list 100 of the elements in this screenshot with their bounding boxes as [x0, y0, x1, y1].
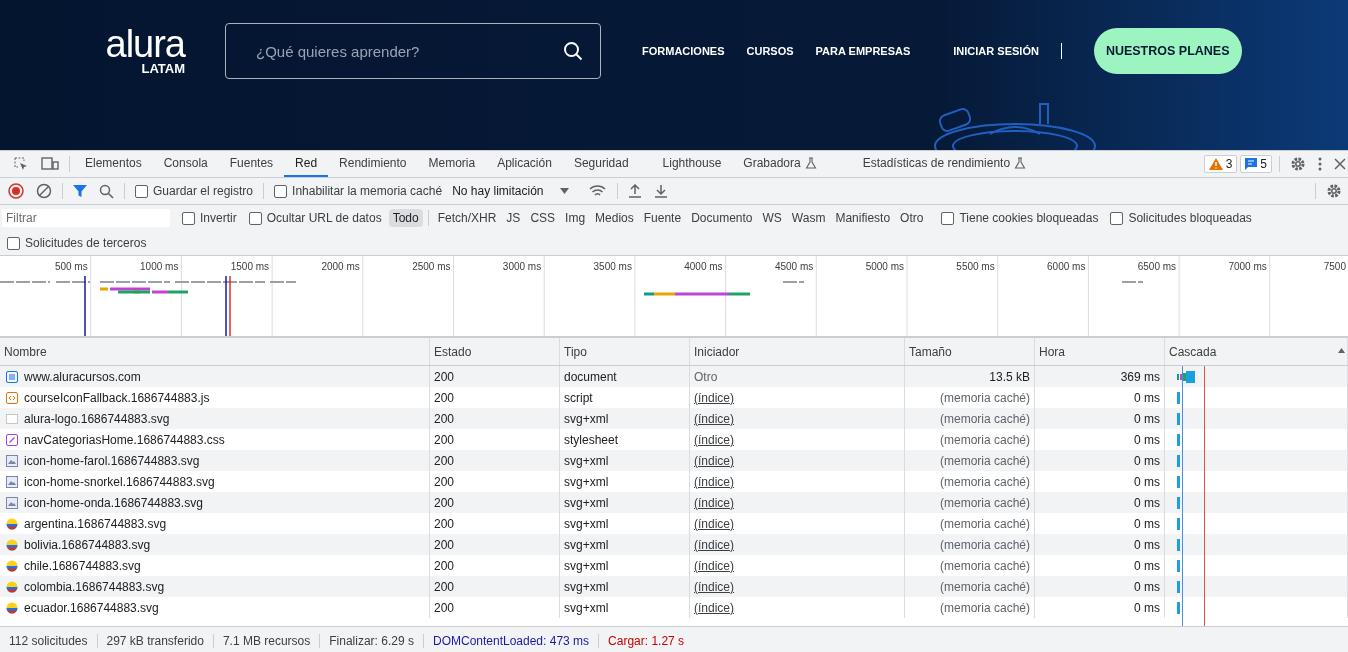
initiator-link[interactable]: (índice) [694, 453, 734, 468]
panel-tab[interactable]: Seguridad [562, 151, 640, 177]
waterfall-bar [1177, 496, 1180, 509]
type-cell: svg+xml [560, 450, 690, 471]
more-options-icon[interactable] [1318, 157, 1322, 171]
type-filter-button[interactable]: Img [561, 209, 590, 227]
status-text: Cargar: 1.27 s [607, 634, 686, 648]
request-name[interactable]: bolivia.1686744883.svg [0, 534, 430, 555]
image-file-icon [6, 496, 18, 509]
tick-label: 3500 ms [593, 261, 632, 272]
filter-option-checkbox[interactable]: Solicitudes bloqueadas [1110, 211, 1252, 225]
type-filter-button[interactable]: Fetch/XHR [433, 209, 501, 227]
flask-icon [804, 157, 817, 169]
column-header[interactable]: Nombre [0, 338, 430, 365]
panel-tab[interactable]: Fuentes [218, 151, 285, 177]
time-cell: 0 ms [1035, 534, 1165, 555]
request-name[interactable]: icon-home-onda.1686744883.svg [0, 492, 430, 513]
settings-icon[interactable] [1290, 156, 1306, 172]
size-cell: (memoria caché) [905, 492, 1035, 513]
status-cell: 200 [430, 408, 560, 429]
nav-link[interactable]: FORMACIONES [642, 45, 725, 57]
clear-icon[interactable] [36, 183, 52, 199]
column-header[interactable]: Tipo [560, 338, 690, 365]
column-header[interactable]: Tamaño [905, 338, 1035, 365]
type-filter-button[interactable]: Documento [687, 209, 757, 227]
tick-label: 7500 [1323, 261, 1346, 272]
settings-icon[interactable] [1326, 183, 1342, 199]
filter-icon[interactable] [73, 184, 87, 198]
initiator-link[interactable]: (índice) [694, 516, 734, 531]
panel-tab[interactable]: Aplicación [486, 151, 563, 177]
disable-cache-checkbox[interactable]: Inhabilitar la memoria caché [274, 184, 443, 198]
request-name[interactable]: icon-home-farol.1686744883.svg [0, 450, 430, 471]
issue-counter[interactable]: 3 [1203, 155, 1238, 173]
device-toolbar-icon[interactable] [41, 156, 59, 172]
type-filter-button[interactable]: Wasm [787, 209, 830, 227]
initiator-link[interactable]: (índice) [694, 474, 734, 489]
initiator-link[interactable]: (índice) [694, 495, 734, 510]
tick-label: 6000 ms [1047, 261, 1086, 272]
type-filter-button[interactable]: Fuente [639, 209, 686, 227]
inspect-icon[interactable] [13, 156, 29, 172]
plans-button[interactable]: NUESTROS PLANES [1093, 28, 1242, 74]
request-name[interactable]: alura-logo.1686744883.svg [0, 408, 430, 429]
panel-tab[interactable]: Memoria [417, 151, 487, 177]
preserve-log-checkbox[interactable]: Guardar el registro [135, 184, 254, 198]
flag-icon [6, 517, 18, 530]
flag-icon [6, 580, 18, 593]
initiator-link[interactable]: (índice) [694, 411, 734, 426]
nav-link[interactable]: CURSOS [746, 45, 794, 57]
throttling-dropdown[interactable]: No hay limitación [452, 184, 569, 198]
type-filter-button[interactable]: CSS [526, 209, 560, 227]
panel-tab[interactable]: Rendimiento [328, 151, 418, 177]
document-icon [6, 370, 18, 383]
record-icon[interactable] [8, 183, 24, 199]
initiator-link[interactable]: (índice) [694, 579, 734, 594]
close-icon[interactable] [1334, 158, 1346, 170]
request-name[interactable]: ecuador.1686744883.svg [0, 597, 430, 618]
logo-wordmark[interactable]: alura [105, 26, 185, 61]
type-filter-button[interactable]: Medios [591, 209, 638, 227]
initiator-link[interactable]: (índice) [694, 600, 734, 615]
filter-option-checkbox[interactable]: Ocultar URL de datos [248, 211, 382, 225]
panel-tab[interactable]: Elementos [74, 151, 153, 177]
type-filter-button[interactable]: Otro [896, 209, 928, 227]
type-filter-button[interactable]: Manifiesto [831, 209, 895, 227]
flag-icon [6, 559, 18, 572]
filter-field[interactable]: Filtrar [2, 209, 170, 227]
filter-option-checkbox[interactable]: Invertir [182, 211, 237, 225]
panel-tab[interactable]: Grabadora [732, 151, 828, 177]
network-conditions-icon[interactable] [588, 184, 607, 198]
type-filter-button[interactable]: JS [502, 209, 525, 227]
size-cell: (memoria caché) [905, 450, 1035, 471]
panel-tab[interactable]: Estadísticas de rendimiento [851, 151, 1038, 177]
initiator-link[interactable]: (índice) [694, 390, 734, 405]
search-field[interactable]: ¿Qué quieres aprender? [225, 23, 601, 79]
request-name[interactable]: colombia.1686744883.svg [0, 576, 430, 597]
status-cell: 200 [430, 366, 560, 387]
size-cell: (memoria caché) [905, 576, 1035, 597]
initiator-link[interactable]: (índice) [694, 432, 734, 447]
download-icon[interactable] [653, 184, 668, 198]
panel-tab[interactable]: Consola [152, 151, 219, 177]
waterfall-bar [1177, 559, 1180, 572]
initiator-link[interactable]: (índice) [694, 537, 734, 552]
column-header[interactable]: Iniciador [690, 338, 905, 365]
login-link[interactable]: INICIAR SESIÓN [953, 45, 1039, 57]
type-filter-button[interactable]: Todo [388, 209, 423, 227]
request-name[interactable]: www.aluracursos.com [0, 366, 430, 387]
initiator-link[interactable]: (índice) [694, 558, 734, 573]
panel-tab[interactable]: Lighthouse [651, 151, 733, 177]
third-party-checkbox[interactable]: Solicitudes de terceros [7, 236, 147, 250]
upload-icon[interactable] [627, 184, 642, 198]
type-cell: svg+xml [560, 597, 690, 618]
type-filter-button[interactable]: WS [758, 209, 786, 227]
waterfall-bar [1177, 580, 1180, 593]
search-icon[interactable] [563, 41, 583, 61]
column-header[interactable]: Hora [1035, 338, 1165, 365]
issue-counter[interactable]: 5 [1240, 155, 1272, 173]
flag-icon [6, 538, 18, 551]
nav-link[interactable]: PARA EMPRESAS [815, 45, 911, 57]
column-header[interactable]: Cascada [1165, 338, 1348, 365]
column-header[interactable]: Estado [430, 338, 560, 365]
filter-option-checkbox[interactable]: Tiene cookies bloqueadas [941, 211, 1099, 225]
